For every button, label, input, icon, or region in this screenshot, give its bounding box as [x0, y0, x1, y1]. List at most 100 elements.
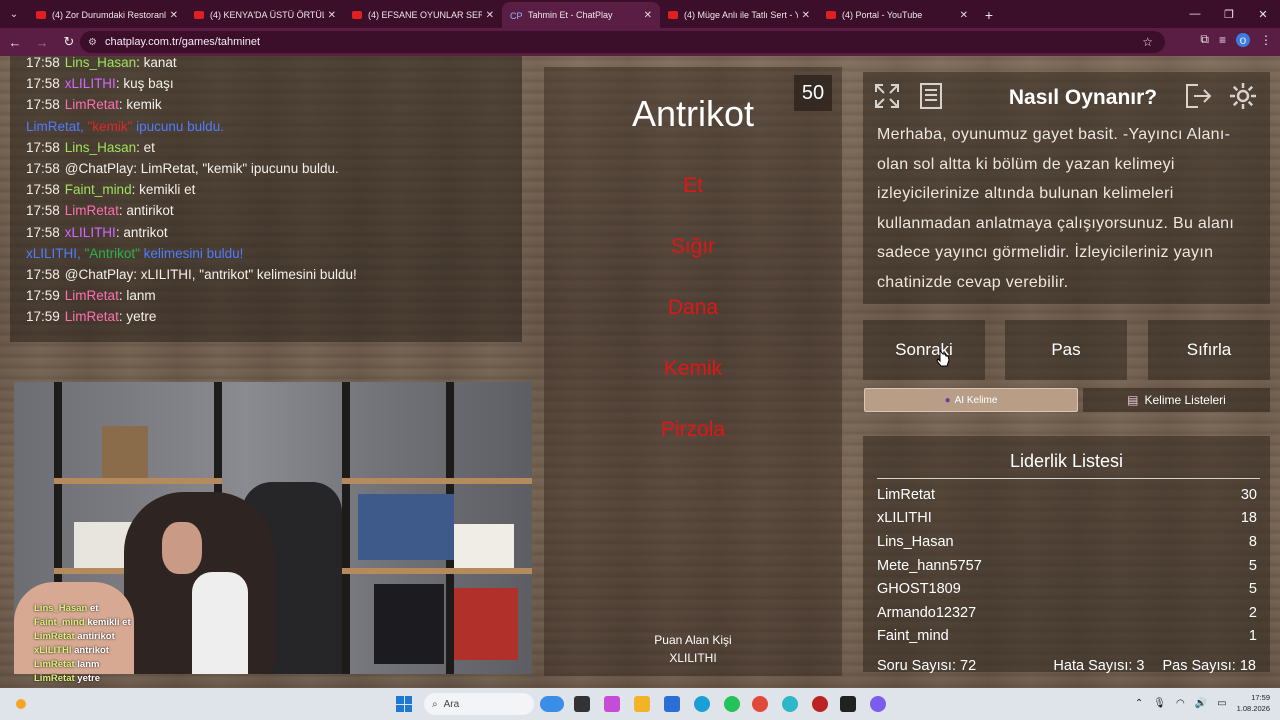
- fullscreen-icon[interactable]: [869, 78, 905, 114]
- chat-text: LimRetat, "kemik" ipucunu buldu.: [140, 161, 339, 177]
- browser-tab[interactable]: CP Tahmin Et - ChatPlay ✕: [502, 2, 660, 28]
- chat-time: 17:58: [26, 97, 60, 113]
- taskbar-chrome-profile-icon[interactable]: [782, 696, 798, 712]
- browser-tab[interactable]: (4) EFSANE OYUNLAR SERİSİ - ✕: [344, 2, 502, 28]
- tab-search-button[interactable]: ⌄: [0, 0, 28, 28]
- taskbar-obs-icon[interactable]: [812, 696, 828, 712]
- game-stats: Soru Sayısı: 72 Hata Sayısı: 3 Pas Sayıs…: [863, 646, 1270, 686]
- bookmark-star-icon[interactable]: ☆: [1142, 35, 1153, 49]
- taskbar-explorer-icon[interactable]: [634, 696, 650, 712]
- taskbar-discord-icon[interactable]: [870, 696, 886, 712]
- chat-username[interactable]: xLILITHI: [65, 76, 116, 91]
- taskbar-app-widget-icon[interactable]: [540, 696, 564, 712]
- chat-text: kuş başı: [123, 76, 174, 92]
- chat-username[interactable]: Faint_mind: [65, 182, 132, 197]
- wifi-icon[interactable]: ◠: [1176, 698, 1185, 709]
- taskbar-chrome-icon[interactable]: [752, 696, 768, 712]
- youtube-favicon-icon: [826, 11, 836, 19]
- chat-text: antrikot: [123, 224, 168, 240]
- overlay-username: LimRetat: [34, 631, 75, 642]
- error-count: Hata Sayısı: 3: [1053, 658, 1145, 674]
- taskbar-terminal-icon[interactable]: [840, 696, 856, 712]
- media-icon[interactable]: ≡: [1219, 33, 1226, 47]
- chat-message: 17:58 LimRetat: antirikot: [26, 203, 174, 219]
- youtube-favicon-icon: [194, 11, 204, 19]
- chat-time: 17:59: [26, 309, 60, 325]
- chat-text: kemik: [126, 97, 162, 113]
- overlay-username: Faint_mind: [34, 617, 85, 628]
- overlay-chat-line: LimRetat yetre: [34, 672, 131, 686]
- close-tab-icon[interactable]: ✕: [328, 10, 336, 21]
- profile-avatar[interactable]: o: [1236, 32, 1250, 47]
- clock-date: 1.08.2026: [1236, 704, 1270, 713]
- minimize-icon[interactable]: —: [1178, 0, 1212, 28]
- new-tab-button[interactable]: +: [976, 2, 1002, 28]
- tab-title: (4) Müge Anlı ile Tatlı Sert - You: [684, 10, 798, 20]
- next-button[interactable]: Sonraki: [863, 320, 985, 380]
- taskbar-whatsapp-icon[interactable]: [724, 696, 740, 712]
- taskbar-edge-icon[interactable]: [694, 696, 710, 712]
- weather-icon[interactable]: [16, 699, 26, 709]
- taskbar-search[interactable]: ⌕ Ara: [424, 693, 534, 715]
- tray-chevron-icon[interactable]: ⌃: [1135, 698, 1143, 709]
- leaderboard-score: 1: [1248, 628, 1257, 645]
- restore-icon[interactable]: ❐: [1212, 0, 1246, 28]
- ai-word-button[interactable]: ● AI Kelime: [864, 388, 1078, 412]
- start-button[interactable]: [396, 696, 412, 712]
- chat-username[interactable]: @ChatPlay: [65, 267, 133, 282]
- how-to-play-panel: Nasıl Oynanır? Merhaba, oyunumuz gayet b…: [863, 72, 1270, 304]
- pass-button[interactable]: Pas: [1005, 320, 1127, 380]
- chat-time: 17:58: [26, 56, 60, 70]
- chat-text: xLILITHI, "antrikot" kelimesini buldu!: [140, 267, 357, 283]
- chat-time: 17:58: [26, 224, 60, 240]
- taskbar-store-icon[interactable]: [664, 696, 680, 712]
- settings-gear-icon[interactable]: [1225, 78, 1261, 114]
- pass-count: Pas Sayısı: 18: [1162, 658, 1257, 674]
- chat-username[interactable]: @ChatPlay: [65, 161, 133, 176]
- url-text: chatplay.com.tr/games/tahminet: [104, 36, 261, 48]
- address-bar[interactable]: ⚙ chatplay.com.tr/games/tahminet ☆: [80, 31, 1165, 53]
- chat-username[interactable]: LimRetat: [65, 288, 119, 303]
- tab-title: (4) Portal - YouTube: [842, 10, 923, 20]
- browser-tab[interactable]: (4) Müge Anlı ile Tatlı Sert - You ✕: [660, 2, 818, 28]
- notes-icon[interactable]: [913, 78, 949, 114]
- taskbar-copilot-icon[interactable]: [604, 696, 620, 712]
- browser-tab[interactable]: (4) Portal - YouTube ✕: [818, 2, 976, 28]
- browser-tab[interactable]: (4) KENYA'DA ÜSTÜ ÖRTÜLEN ✕: [186, 2, 344, 28]
- chat-username[interactable]: LimRetat: [65, 203, 119, 218]
- microphone-icon[interactable]: 🎙: [1153, 698, 1166, 709]
- leaderboard-divider: [877, 478, 1260, 479]
- close-tab-icon[interactable]: ✕: [644, 10, 652, 21]
- taskbar-task-view-icon[interactable]: [574, 696, 590, 712]
- forward-icon[interactable]: →: [30, 30, 54, 54]
- reload-icon[interactable]: ↻: [57, 30, 81, 54]
- how-to-play-text: Merhaba, oyunumuz gayet basit. -Yayıncı …: [877, 126, 1235, 291]
- close-tab-icon[interactable]: ✕: [170, 10, 178, 21]
- chat-system-message: LimRetat, "kemik" ipucunu buldu.: [26, 116, 506, 137]
- chat-username[interactable]: Lins_Hasan: [65, 56, 136, 70]
- word-lists-button[interactable]: ▤ Kelime Listeleri: [1083, 388, 1270, 412]
- chat-text: kemikli et: [139, 182, 196, 198]
- volume-icon[interactable]: 🔊: [1195, 698, 1207, 709]
- close-tab-icon[interactable]: ✕: [486, 10, 494, 21]
- scorer-label: Puan Alan Kişi: [654, 633, 732, 647]
- chat-username[interactable]: LimRetat: [65, 309, 119, 324]
- chat-username[interactable]: LimRetat: [65, 97, 119, 112]
- exit-icon[interactable]: [1181, 78, 1217, 114]
- word-lists-label: Kelime Listeleri: [1144, 393, 1226, 407]
- close-tab-icon[interactable]: ✕: [960, 10, 968, 21]
- chat-username[interactable]: xLILITHI: [65, 225, 116, 240]
- browser-tab[interactable]: (4) Zor Durumdaki Restoranlara ✕: [28, 2, 186, 28]
- back-icon[interactable]: ←: [3, 30, 27, 54]
- menu-icon[interactable]: ⋮: [1260, 33, 1272, 47]
- chat-username[interactable]: Lins_Hasan: [65, 140, 136, 155]
- clock[interactable]: 17:59 1.08.2026: [1237, 692, 1270, 714]
- windows-taskbar: ⌕ Ara ⌃ 🎙 ◠ 🔊 ▭ 17:59 1.08.2026: [0, 688, 1280, 720]
- close-tab-icon[interactable]: ✕: [802, 10, 810, 21]
- close-window-icon[interactable]: ✕: [1246, 0, 1280, 28]
- battery-icon[interactable]: ▭: [1217, 698, 1226, 709]
- extensions-icon[interactable]: ⧉: [1200, 32, 1209, 47]
- reset-button[interactable]: Sıfırla: [1148, 320, 1270, 380]
- chat-message: 17:58 Lins_Hasan: et: [26, 139, 155, 155]
- site-info-icon[interactable]: ⚙: [88, 37, 97, 48]
